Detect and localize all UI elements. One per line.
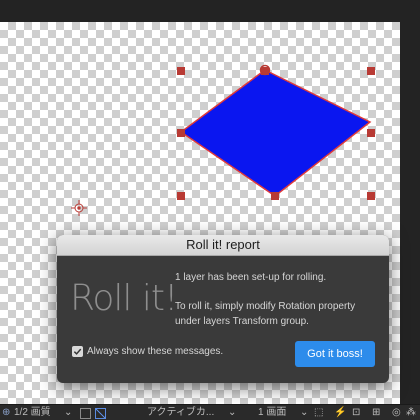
roll-it-report-dialog: Roll it! report Roll it! 1 layer has bee… — [57, 235, 389, 383]
handle-top-left[interactable] — [177, 67, 185, 75]
crosshair-target-icon[interactable] — [71, 200, 87, 216]
motion-blur-icon[interactable]: ⚡ — [334, 407, 346, 419]
camera-dropdown[interactable]: アクティブカ... — [147, 407, 214, 419]
handle-bottom-left[interactable] — [177, 192, 185, 200]
flowchart-icon[interactable]: ⊞ — [372, 407, 380, 419]
diamond-shape[interactable] — [179, 69, 372, 197]
handle-middle-right[interactable] — [367, 129, 375, 137]
got-it-button[interactable]: Got it boss! — [295, 341, 375, 367]
message-setup: 1 layer has been set-up for rolling. — [175, 272, 327, 283]
dialog-title: Roll it! report — [57, 235, 389, 256]
always-show-label: Always show these messages. — [87, 346, 224, 357]
dialog-body: Roll it! 1 layer has been set-up for rol… — [57, 256, 389, 383]
always-show-checkbox[interactable] — [72, 346, 83, 357]
region-of-interest-icon[interactable] — [80, 408, 91, 419]
magnification-icon[interactable]: ⊕ — [2, 407, 10, 419]
viewer-bottom-toolbar: ⊕ 1/2 画質 ⌄ アクティブカ... ⌄ 1 画面 ⌄ ⬚ ⚡ ⊡ ⊞ ◎ … — [0, 404, 420, 420]
fast-preview-icon[interactable]: ⬚ — [314, 407, 323, 419]
transparency-grid-icon[interactable] — [95, 408, 106, 419]
channel-icon[interactable]: ⁂ — [406, 407, 416, 419]
always-show-option[interactable]: Always show these messages. — [72, 346, 223, 357]
handle-middle-left[interactable] — [177, 129, 185, 137]
checkmark-icon — [73, 348, 82, 355]
snapshot-icon[interactable]: ◎ — [392, 407, 401, 419]
chevron-down-icon[interactable]: ⌄ — [300, 407, 308, 419]
handle-bottom-right[interactable] — [367, 192, 375, 200]
chevron-down-icon[interactable]: ⌄ — [228, 407, 236, 419]
roll-it-logo: Roll it! — [70, 278, 178, 319]
handle-top-right[interactable] — [367, 67, 375, 75]
view-layout-dropdown[interactable]: 1 画面 — [258, 407, 286, 419]
message-instructions: To roll it, simply modify Rotation prope… — [175, 301, 356, 327]
chevron-down-icon[interactable]: ⌄ — [64, 407, 72, 419]
resolution-dropdown[interactable]: 1/2 画質 — [14, 407, 51, 419]
handle-bottom-center[interactable] — [271, 192, 279, 200]
3d-view-icon[interactable]: ⊡ — [352, 407, 360, 419]
